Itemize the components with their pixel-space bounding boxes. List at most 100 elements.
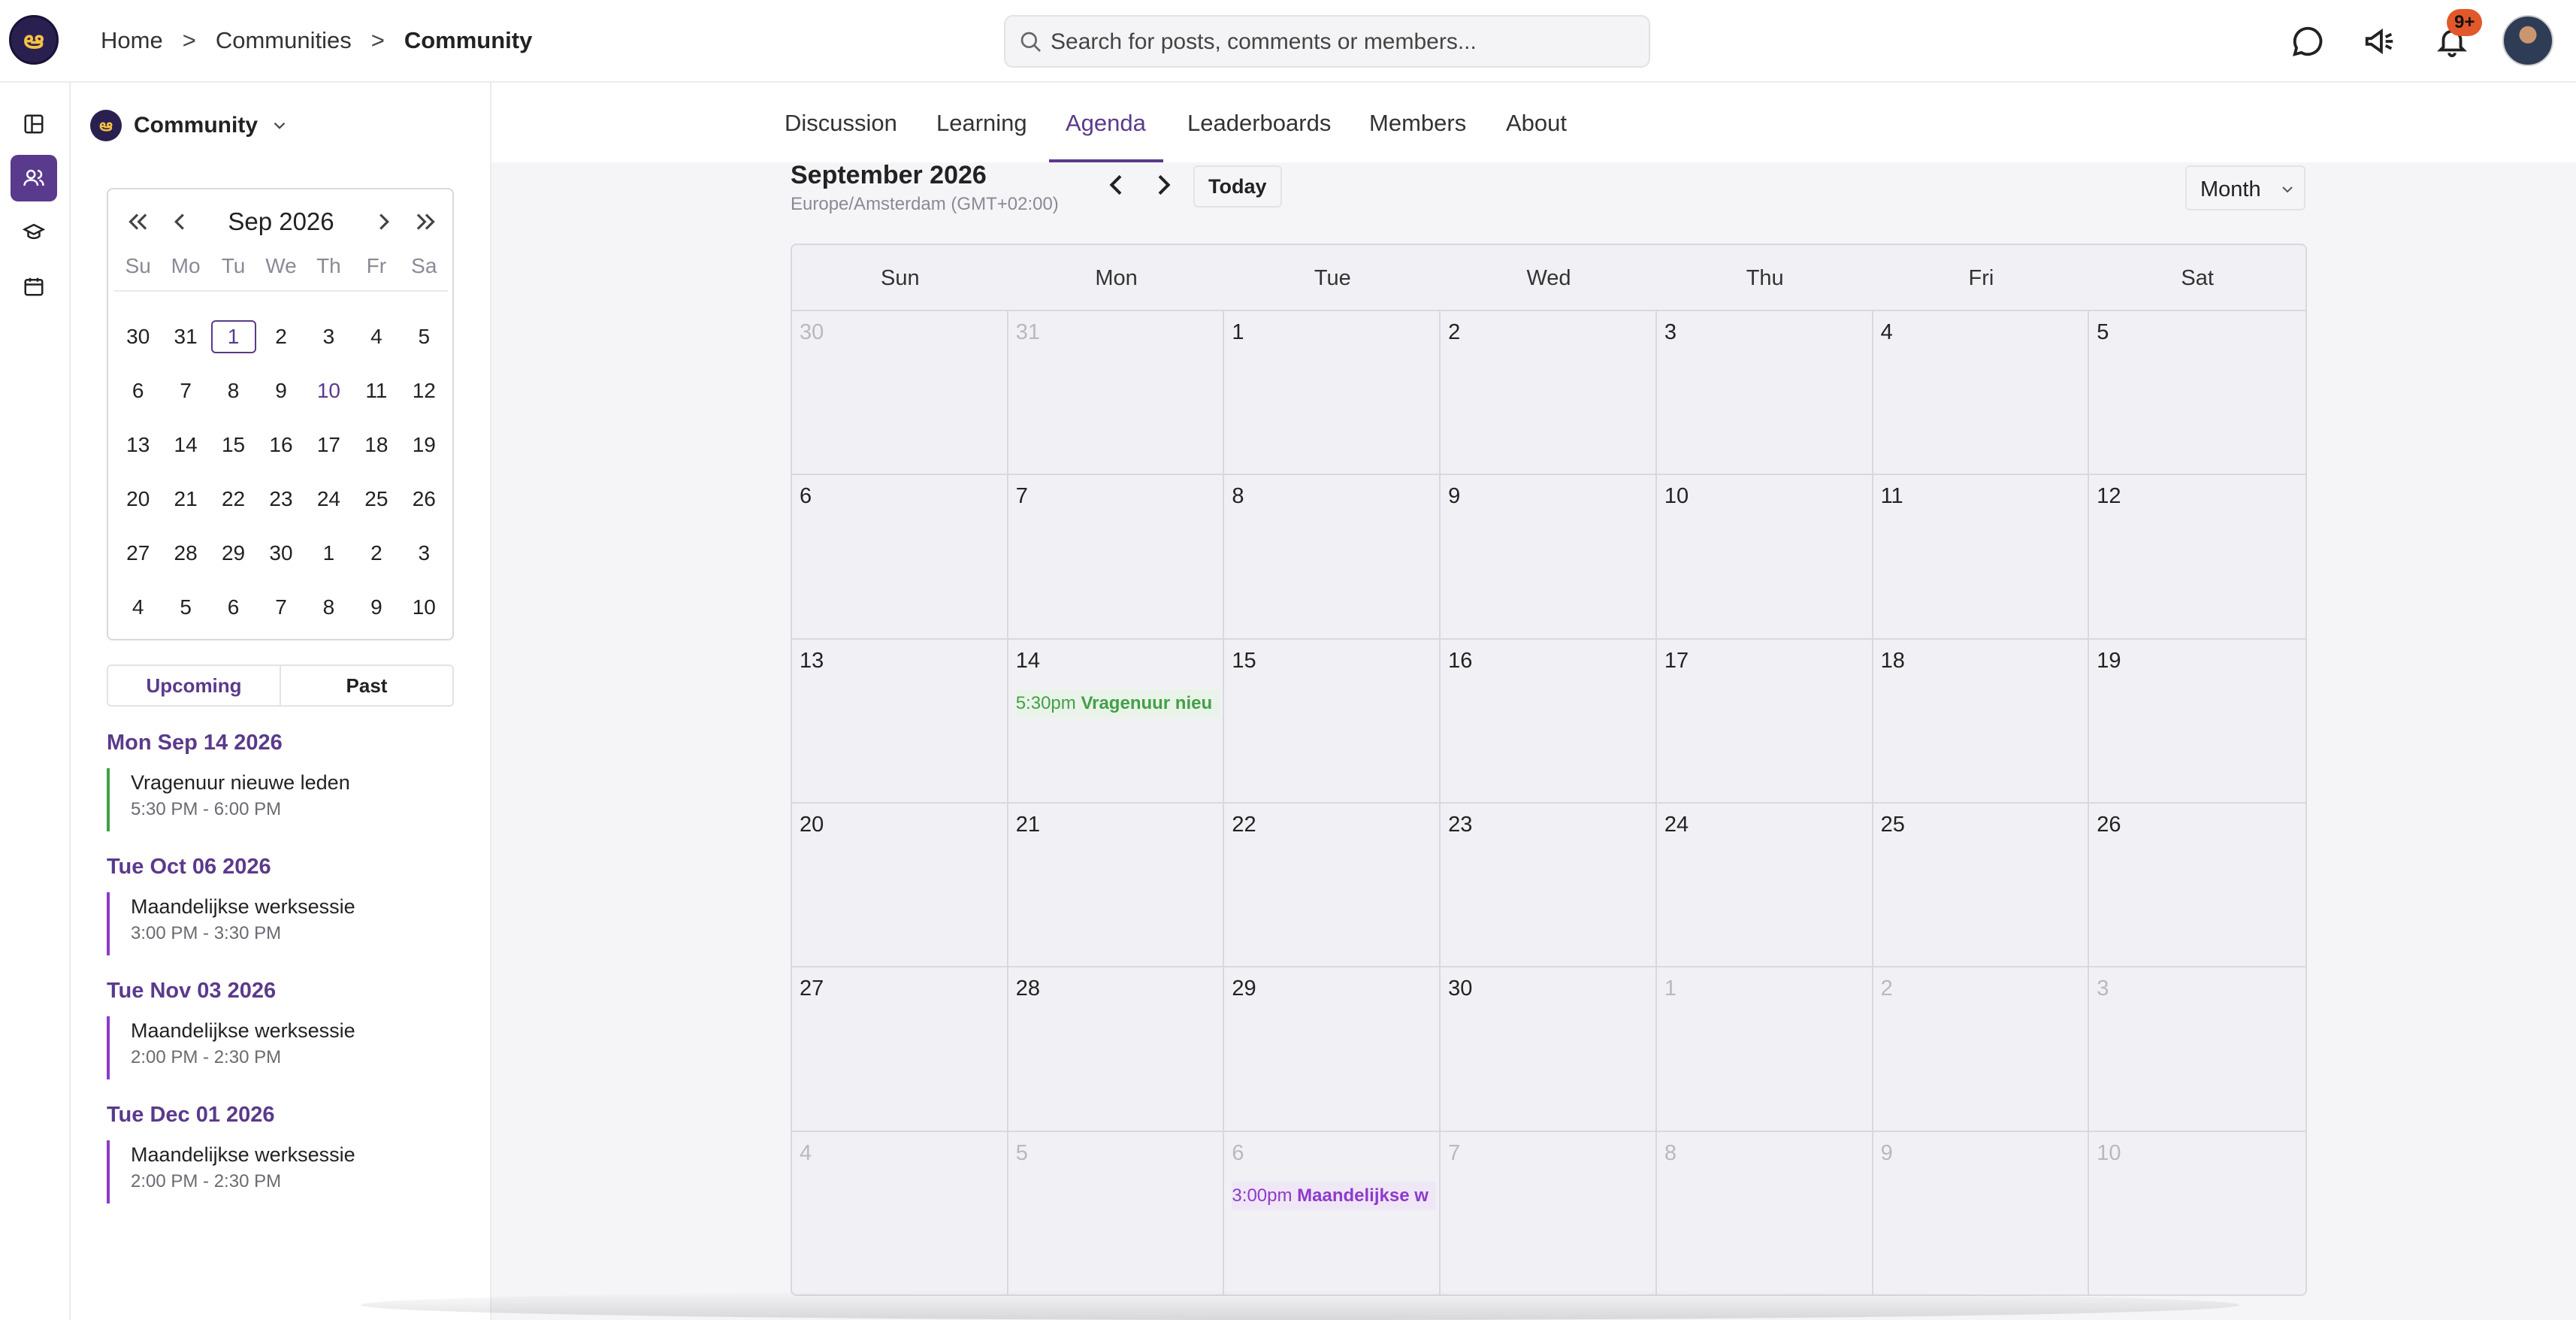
mini-calendar-day[interactable]: 10 (401, 580, 448, 634)
event-item[interactable]: Maandelijkse werksessie 2:00 PM - 2:30 PM (107, 1140, 355, 1203)
tab-members[interactable]: Members (1369, 110, 1466, 137)
calendar-day-cell[interactable]: 6 3:00pm Maandelijkse w (1224, 1131, 1441, 1294)
mini-calendar-day[interactable]: 16 (257, 418, 304, 472)
calendar-day-cell[interactable]: 5 (2089, 311, 2305, 476)
mini-calendar-day[interactable]: 30 (257, 526, 304, 580)
mini-calendar-day[interactable]: 31 (162, 310, 209, 364)
mini-calendar-day[interactable]: 4 (114, 580, 162, 634)
calendar-day-cell[interactable]: 4 (1873, 311, 2090, 476)
rail-learning[interactable] (11, 209, 57, 256)
calendar-day-cell[interactable]: 14 5:30pm Vragenuur nieu (1008, 639, 1225, 804)
calendar-day-cell[interactable]: 24 (1656, 803, 1873, 968)
view-select[interactable]: Month (2185, 165, 2305, 210)
mini-calendar-day[interactable]: 27 (114, 526, 162, 580)
community-switcher[interactable]: ఆ Community (90, 110, 289, 141)
mini-calendar-day[interactable]: 17 (305, 418, 352, 472)
calendar-day-cell[interactable]: 6 (792, 475, 1008, 640)
calendar-day-cell[interactable]: 5 (1008, 1131, 1225, 1294)
calendar-day-cell[interactable]: 9 (1873, 1131, 2090, 1294)
calendar-day-cell[interactable]: 20 (792, 803, 1008, 968)
calendar-day-cell[interactable]: 3 (1656, 311, 1873, 476)
tab-discussion[interactable]: Discussion (785, 110, 897, 137)
calendar-day-cell[interactable]: 1 (1656, 967, 1873, 1132)
calendar-day-cell[interactable]: 9 (1441, 475, 1657, 640)
search-input[interactable] (1051, 27, 1637, 57)
mini-calendar-day[interactable]: 8 (305, 580, 352, 634)
mini-calendar-day[interactable]: 15 (210, 418, 257, 472)
mini-calendar-day[interactable]: 26 (401, 472, 448, 526)
double-chevron-right-icon[interactable] (412, 207, 440, 236)
mini-calendar-day[interactable]: 8 (210, 364, 257, 418)
calendar-day-cell[interactable]: 22 (1224, 803, 1441, 968)
rail-dashboard[interactable] (11, 101, 57, 147)
calendar-day-cell[interactable]: 19 (2089, 640, 2305, 804)
calendar-day-cell[interactable]: 8 (1656, 1131, 1873, 1294)
mini-calendar-day[interactable]: 6 (114, 364, 162, 418)
chevron-right-icon[interactable] (1148, 170, 1178, 200)
mini-calendar-day[interactable]: 18 (352, 418, 400, 472)
event-item[interactable]: Maandelijkse werksessie 2:00 PM - 2:30 PM (107, 1016, 355, 1079)
calendar-day-cell[interactable]: 13 (792, 639, 1008, 804)
calendar-day-cell[interactable]: 21 (1008, 803, 1225, 968)
double-chevron-left-icon[interactable] (123, 207, 152, 236)
mini-calendar-day[interactable]: 1 (305, 526, 352, 580)
today-button[interactable]: Today (1193, 165, 1282, 207)
calendar-day-cell[interactable]: 25 (1873, 803, 2090, 968)
upcoming-tab[interactable]: Upcoming (108, 666, 281, 705)
mini-calendar-day[interactable]: 13 (114, 418, 162, 472)
calendar-day-cell[interactable]: 27 (792, 967, 1008, 1132)
calendar-day-cell[interactable]: 30 (1441, 967, 1657, 1132)
rail-community[interactable] (11, 155, 57, 201)
mini-calendar-day[interactable]: 12 (401, 364, 448, 418)
calendar-day-cell[interactable]: 17 (1656, 639, 1873, 804)
calendar-event-chip[interactable]: 5:30pm Vragenuur nieu (1015, 689, 1220, 718)
app-logo[interactable]: ఆ (9, 15, 59, 65)
calendar-day-cell[interactable]: 11 (1873, 475, 2090, 640)
mini-calendar-day[interactable]: 2 (352, 526, 400, 580)
avatar[interactable] (2502, 15, 2553, 66)
mini-calendar-day[interactable]: 9 (257, 364, 304, 418)
mini-calendar-day[interactable]: 11 (352, 364, 400, 418)
calendar-day-cell[interactable]: 12 (2089, 475, 2305, 640)
calendar-day-cell[interactable]: 10 (2089, 1132, 2305, 1294)
calendar-day-cell[interactable]: 3 (2089, 967, 2305, 1132)
tab-leaderboards[interactable]: Leaderboards (1187, 110, 1331, 137)
mini-calendar-day[interactable]: 1 (210, 310, 257, 364)
mini-calendar-day[interactable]: 3 (305, 310, 352, 364)
mini-calendar-day[interactable]: 4 (352, 310, 400, 364)
calendar-day-cell[interactable]: 16 (1441, 639, 1657, 804)
calendar-day-cell[interactable]: 8 (1224, 475, 1441, 640)
calendar-day-cell[interactable]: 2 (1441, 311, 1657, 476)
calendar-day-cell[interactable]: 7 (1008, 475, 1225, 640)
mini-calendar-day[interactable]: 5 (401, 310, 448, 364)
mini-calendar-day[interactable]: 7 (162, 364, 209, 418)
mini-calendar-day[interactable]: 21 (162, 472, 209, 526)
search-box[interactable] (1004, 15, 1650, 68)
calendar-day-cell[interactable]: 10 (1656, 475, 1873, 640)
calendar-event-chip[interactable]: 3:00pm Maandelijkse w (1232, 1181, 1437, 1210)
calendar-day-cell[interactable]: 2 (1873, 967, 2090, 1132)
tab-about[interactable]: About (1506, 110, 1567, 137)
calendar-day-cell[interactable]: 1 (1224, 311, 1441, 476)
mini-calendar-day[interactable]: 24 (305, 472, 352, 526)
chevron-right-icon[interactable] (370, 207, 398, 236)
mini-calendar-day[interactable]: 3 (401, 526, 448, 580)
rail-calendar[interactable] (11, 263, 57, 310)
tab-learning[interactable]: Learning (936, 110, 1027, 137)
mini-calendar-day[interactable]: 25 (352, 472, 400, 526)
mini-calendar-day[interactable]: 29 (210, 526, 257, 580)
mini-calendar-day[interactable]: 20 (114, 472, 162, 526)
mini-calendar-day[interactable]: 2 (257, 310, 304, 364)
chevron-left-icon[interactable] (1102, 170, 1132, 200)
calendar-day-cell[interactable]: 18 (1873, 639, 2090, 804)
mini-calendar-day[interactable]: 14 (162, 418, 209, 472)
mini-calendar-day[interactable]: 22 (210, 472, 257, 526)
mini-calendar-day[interactable]: 6 (210, 580, 257, 634)
tab-agenda[interactable]: Agenda (1066, 110, 1146, 137)
mini-calendar-day[interactable]: 30 (114, 310, 162, 364)
calendar-day-cell[interactable]: 7 (1441, 1131, 1657, 1294)
chat-icon[interactable] (2290, 24, 2325, 59)
calendar-day-cell[interactable]: 28 (1008, 967, 1225, 1132)
mini-calendar-day[interactable]: 9 (352, 580, 400, 634)
megaphone-icon[interactable] (2363, 24, 2397, 59)
